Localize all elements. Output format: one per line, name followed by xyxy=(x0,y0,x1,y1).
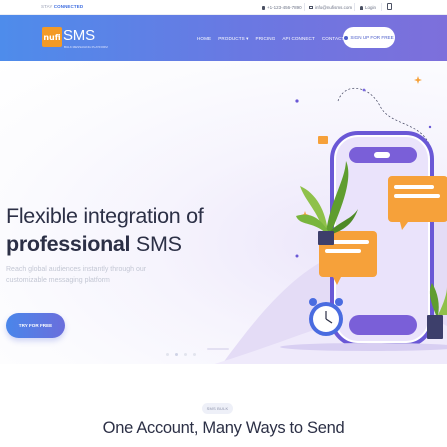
signup-label: SIGN UP FOR FREE xyxy=(350,35,394,40)
login-link[interactable]: Login xyxy=(360,3,376,12)
facebook-icon[interactable] xyxy=(387,3,392,10)
logo-mark: nufi xyxy=(42,27,62,47)
nav-products[interactable]: PRODUCTS ▾ xyxy=(218,36,248,42)
carousel-dots xyxy=(166,353,196,356)
scroll-indicator xyxy=(207,348,229,350)
nav-home[interactable]: HOME xyxy=(197,36,211,42)
section-badge: SMS BULK xyxy=(202,403,233,414)
email-link[interactable]: info@nufisms.com xyxy=(309,3,352,12)
try-for-free-button[interactable]: TRY FOR FREE xyxy=(6,313,65,338)
nav-api-connect[interactable]: API CONNECT xyxy=(282,36,315,42)
hero-subtitle: Reach global audiences instantly through… xyxy=(6,266,147,284)
utility-bar: STAY CONNECTED +1-123-456-7890 info@nufi… xyxy=(0,0,447,15)
main-navbar: nufi SMS BULK MESSAGING PLATFORM HOME PR… xyxy=(0,15,447,61)
email-text: info@nufisms.com xyxy=(315,5,353,10)
user-icon xyxy=(360,5,363,10)
carousel-dot-active[interactable] xyxy=(175,353,178,356)
hero-section: Flexible integration of professional SMS… xyxy=(0,61,447,364)
divider xyxy=(354,3,355,11)
connection-status: STAY CONNECTED xyxy=(41,4,83,9)
hero-title-rest: SMS xyxy=(130,232,182,256)
nav-pricing[interactable]: PRICING xyxy=(256,36,276,42)
carousel-dot[interactable] xyxy=(166,353,169,356)
user-circle-icon xyxy=(344,35,349,40)
envelope-icon xyxy=(309,6,313,9)
divider xyxy=(381,3,382,11)
primary-nav: HOME PRODUCTS ▾ PRICING API CONNECT CONT… xyxy=(197,36,352,42)
section-title: One Account, Many Ways to Send xyxy=(102,419,345,437)
phone-text: +1-123-456-7890 xyxy=(267,5,302,10)
hero-title-line1: Flexible integration of xyxy=(6,204,204,228)
logo-wordmark: SMS xyxy=(63,27,95,44)
phone-icon xyxy=(262,5,265,10)
status-value: CONNECTED xyxy=(53,4,84,9)
logo-tagline: BULK MESSAGING PLATFORM xyxy=(64,45,108,49)
login-text: Login xyxy=(365,5,377,10)
phone-link[interactable]: +1-123-456-7890 xyxy=(262,3,302,12)
brand-logo[interactable]: nufi SMS BULK MESSAGING PLATFORM xyxy=(42,24,108,52)
hero-title: Flexible integration of professional SMS xyxy=(6,202,204,258)
signup-button[interactable]: SIGN UP FOR FREE xyxy=(343,27,395,48)
carousel-dot[interactable] xyxy=(193,353,196,356)
hero-title-bold: professional xyxy=(6,232,131,256)
carousel-dot[interactable] xyxy=(184,353,187,356)
stay-label: STAY xyxy=(41,4,53,9)
divider xyxy=(304,3,305,11)
